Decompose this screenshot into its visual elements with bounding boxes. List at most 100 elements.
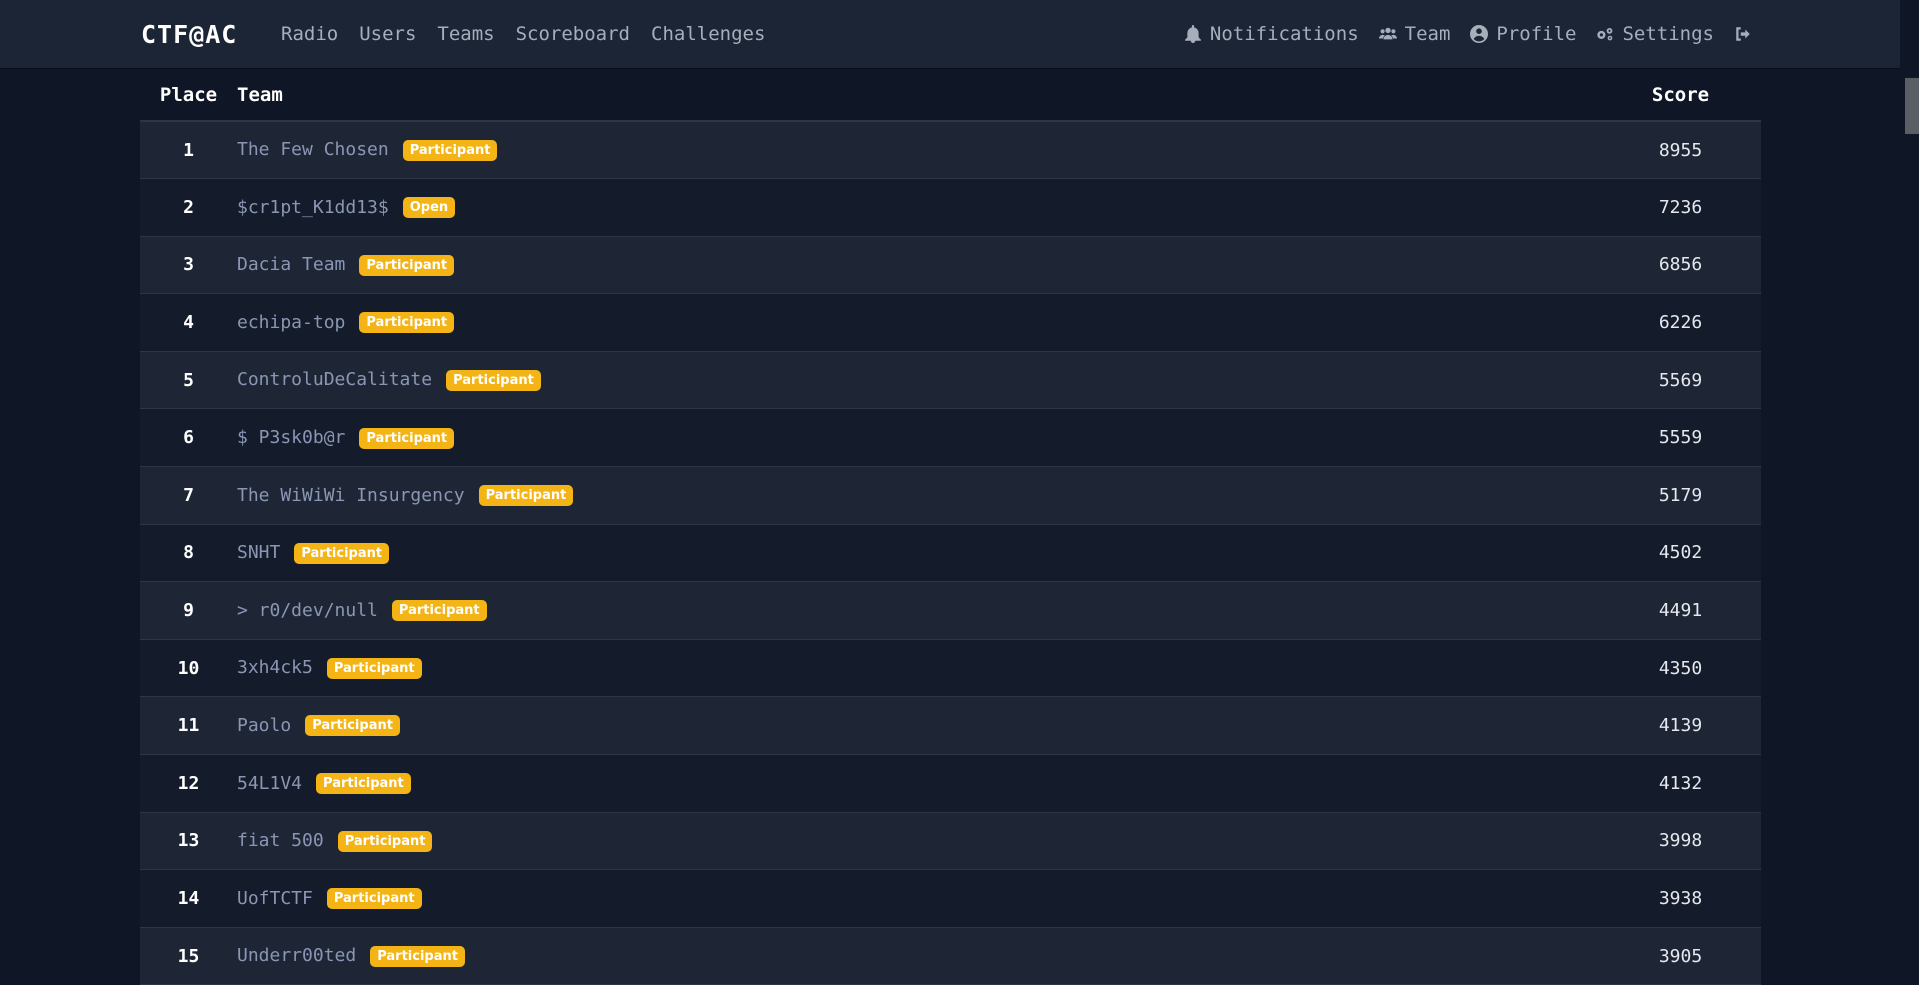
row-score: 7236 — [1658, 196, 1703, 218]
row-score: 4502 — [1658, 542, 1703, 564]
nav-profile-label: Profile — [1496, 23, 1577, 45]
gears-icon — [1597, 27, 1613, 41]
row-place: 5 — [183, 369, 194, 391]
nav-team[interactable]: Team — [1378, 23, 1451, 45]
table-row: 15 Underr00ted Participant 3905 — [140, 927, 1761, 985]
team-badge: Participant — [391, 600, 487, 622]
team-link[interactable]: 54L1V4 — [237, 773, 302, 794]
table-row: 11 Paolo Participant 4139 — [140, 696, 1761, 755]
nav-team-label: Team — [1404, 23, 1451, 45]
team-badge: Participant — [326, 657, 422, 679]
team-link[interactable]: The WiWiWi Insurgency — [237, 485, 465, 506]
table-row: 5 ControluDeCalitate Participant 5569 — [140, 351, 1761, 409]
header-score: Score — [1600, 69, 1761, 122]
team-link[interactable]: echipa-top — [237, 312, 345, 333]
team-badge: Participant — [359, 254, 455, 276]
team-badge: Participant — [359, 312, 455, 334]
bell-icon — [1185, 25, 1201, 43]
table-row: 10 3xh4ck5 Participant 4350 — [140, 639, 1761, 697]
header-place: Place — [140, 69, 237, 122]
row-score: 6856 — [1658, 254, 1703, 276]
nav-teams[interactable]: Teams — [437, 23, 494, 45]
team-badge: Open — [402, 197, 456, 219]
page-scrollbar[interactable] — [1900, 0, 1919, 973]
row-score: 3998 — [1658, 830, 1703, 852]
team-link[interactable]: Paolo — [237, 715, 291, 736]
row-place: 11 — [177, 715, 200, 737]
row-place: 15 — [177, 945, 200, 967]
row-score: 6226 — [1658, 312, 1703, 334]
row-score: 5569 — [1658, 369, 1703, 391]
row-score: 3905 — [1658, 945, 1703, 967]
scoreboard-table: Place Team Score 1 The Few Chosen Partici… — [140, 69, 1761, 985]
row-place: 3 — [183, 254, 194, 276]
row-score: 4350 — [1658, 657, 1703, 679]
logout-icon — [1736, 27, 1750, 41]
row-score: 8955 — [1658, 139, 1703, 161]
row-place: 13 — [177, 830, 200, 852]
team-badge: Participant — [294, 542, 390, 564]
row-score: 5559 — [1658, 427, 1703, 449]
row-place: 7 — [183, 484, 194, 506]
nav-challenges[interactable]: Challenges — [651, 23, 765, 45]
row-place: 8 — [183, 542, 194, 564]
table-header-row: Place Team Score — [140, 69, 1761, 122]
team-badge: Participant — [326, 888, 422, 910]
team-link[interactable]: $cr1pt_K1dd13$ — [237, 197, 389, 218]
row-place: 12 — [177, 772, 200, 794]
table-row: 7 The WiWiWi Insurgency Participant 5179 — [140, 466, 1761, 525]
table-row: 3 Dacia Team Participant 6856 — [140, 236, 1761, 294]
table-row: 9 > r0/dev/null Participant 4491 — [140, 581, 1761, 640]
team-badge: Participant — [316, 773, 411, 795]
nav-left-links: Radio Users Teams Scoreboard Challenges — [281, 23, 765, 45]
row-score: 4491 — [1658, 600, 1703, 622]
team-link[interactable]: $ P3sk0b@r — [237, 427, 345, 448]
table-row: 14 UofTCTF Participant 3938 — [140, 869, 1761, 928]
row-score: 3938 — [1658, 888, 1703, 910]
row-place: 6 — [183, 427, 194, 449]
row-place: 4 — [183, 312, 194, 334]
table-row: 1 The Few Chosen Participant 8955 — [140, 121, 1761, 179]
team-badge: Participant — [359, 427, 455, 449]
brand-logo[interactable]: CTF@AC — [141, 20, 237, 49]
row-place: 9 — [183, 600, 194, 622]
team-badge: Participant — [370, 945, 465, 967]
row-place: 10 — [177, 657, 200, 679]
nav-radio[interactable]: Radio — [281, 23, 338, 45]
row-place: 1 — [183, 139, 194, 161]
row-score: 4139 — [1658, 715, 1703, 737]
nav-profile[interactable]: Profile — [1470, 23, 1576, 45]
logout-button[interactable] — [1734, 25, 1752, 43]
table-row: 4 echipa-top Participant 6226 — [140, 293, 1761, 352]
user-circle-icon — [1470, 25, 1489, 43]
team-link[interactable]: Dacia Team — [237, 254, 345, 275]
team-badge: Participant — [478, 485, 574, 507]
team-badge: Participant — [337, 830, 433, 852]
table-row: 8 SNHT Participant 4502 — [140, 524, 1761, 582]
team-link[interactable]: ControluDeCalitate — [237, 369, 432, 390]
top-navbar: CTF@AC Radio Users Teams Scoreboard Chal… — [0, 0, 1900, 69]
nav-notifications[interactable]: Notifications — [1184, 23, 1359, 45]
team-link[interactable]: SNHT — [237, 542, 280, 563]
team-badge: Participant — [402, 139, 498, 161]
team-link[interactable]: The Few Chosen — [237, 139, 389, 160]
scrollbar-thumb[interactable] — [1905, 78, 1919, 134]
team-link[interactable]: fiat 500 — [237, 830, 324, 851]
nav-users[interactable]: Users — [359, 23, 416, 45]
header-team: Team — [237, 69, 1600, 122]
nav-settings[interactable]: Settings — [1596, 23, 1714, 45]
row-place: 2 — [183, 196, 194, 218]
row-score: 4132 — [1658, 772, 1703, 794]
team-link[interactable]: 3xh4ck5 — [237, 657, 313, 678]
table-row: 6 $ P3sk0b@r Participant 5559 — [140, 408, 1761, 467]
team-badge: Participant — [446, 369, 541, 391]
nav-scoreboard[interactable]: Scoreboard — [516, 23, 630, 45]
team-badge: Participant — [305, 715, 400, 737]
team-link[interactable]: Underr00ted — [237, 945, 356, 966]
team-link[interactable]: > r0/dev/null — [237, 600, 378, 621]
nav-settings-label: Settings — [1622, 23, 1714, 45]
table-row: 13 fiat 500 Participant 3998 — [140, 812, 1761, 870]
nav-notifications-label: Notifications — [1209, 23, 1359, 45]
team-link[interactable]: UofTCTF — [237, 888, 313, 909]
users-icon — [1378, 27, 1397, 40]
